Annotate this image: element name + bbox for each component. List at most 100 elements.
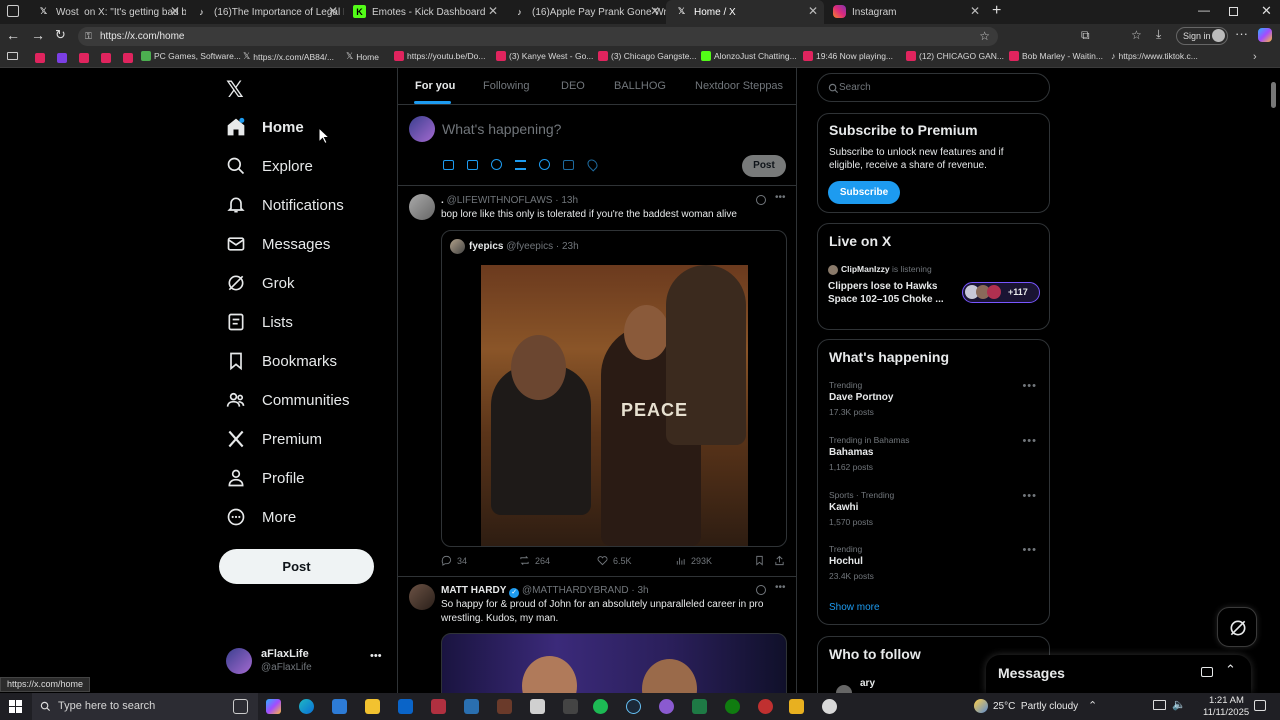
windows-start-icon[interactable] — [9, 700, 22, 713]
notification-center-icon[interactable] — [1254, 700, 1266, 711]
bookmark-icon[interactable] — [754, 555, 765, 566]
new-message-icon[interactable] — [1201, 667, 1213, 677]
volume-icon[interactable]: 🔈 — [1172, 698, 1186, 711]
browser-tab[interactable]: 𝕏 Wost ⁨ on X: "It's getting bad b ✕ — [28, 0, 186, 24]
clock-time[interactable]: 1:21 AM — [1209, 695, 1244, 706]
tab-ballhog[interactable]: BALLHOG — [614, 80, 666, 92]
nav-notifications[interactable]: Notifications — [222, 188, 344, 222]
post-handle[interactable]: @LIFEWITHNOFLAWS — [447, 195, 553, 206]
settings-more-icon[interactable]: ··· — [1235, 26, 1248, 41]
x-logo-icon[interactable]: 𝕏 — [226, 77, 244, 103]
app-icon[interactable] — [431, 699, 446, 714]
messages-drawer[interactable]: Messages ⌃ — [986, 655, 1251, 693]
new-tab-icon[interactable]: + — [992, 2, 1001, 20]
refresh-icon[interactable]: ↻ — [55, 27, 66, 43]
tab-deo[interactable]: DEO — [561, 80, 585, 92]
app-icon[interactable] — [822, 699, 837, 714]
gif-icon[interactable] — [467, 160, 478, 170]
browser-tab-active[interactable]: 𝕏 Home / X ✕ — [666, 0, 824, 24]
bookmark-favicon-icon[interactable] — [35, 53, 45, 63]
chevron-right-icon[interactable]: › — [1253, 51, 1257, 63]
app-icon[interactable] — [464, 699, 479, 714]
sign-in-button[interactable]: Sign in — [1176, 27, 1228, 45]
bookmark-item[interactable]: 𝕏 Home — [346, 51, 379, 62]
weather-icon[interactable] — [974, 699, 988, 713]
nav-explore[interactable]: Explore — [222, 149, 313, 183]
app-icon[interactable] — [659, 699, 674, 714]
xbox-icon[interactable] — [725, 699, 740, 714]
share-icon[interactable] — [774, 555, 785, 566]
post-handle[interactable]: @MATTHARDYBRAND — [522, 585, 629, 596]
weather-text[interactable]: 25°C Partly cloudy — [993, 701, 1078, 712]
location-icon[interactable] — [585, 157, 600, 172]
grok-icon[interactable] — [756, 585, 766, 595]
more-icon[interactable]: ••• — [775, 582, 786, 593]
scrollbar[interactable] — [1270, 68, 1278, 693]
scrollbar-thumb[interactable] — [1271, 82, 1276, 108]
schedule-icon[interactable] — [563, 160, 574, 170]
more-icon[interactable]: ••• — [1022, 435, 1037, 447]
grok-floating-button[interactable] — [1217, 607, 1257, 647]
browser-tab[interactable]: ♪ (16)The Importance of Legal Rep ✕ — [186, 0, 344, 24]
compose-post-button[interactable]: Post — [742, 155, 786, 177]
bookmark-item[interactable]: (3) Kanye West - Go... — [496, 51, 593, 61]
quoted-photo[interactable]: PEACE — [481, 265, 748, 546]
nav-profile[interactable]: Profile — [222, 461, 305, 495]
app-icon[interactable] — [530, 699, 545, 714]
more-icon[interactable]: ••• — [775, 192, 786, 203]
restore-icon[interactable] — [1229, 7, 1238, 16]
more-icon[interactable]: ••• — [1022, 544, 1037, 556]
browser-tab[interactable]: ♪ (16)Apple Pay Prank Gone Wrong ✕ — [504, 0, 666, 24]
favorite-icon[interactable]: ☆ — [979, 27, 990, 46]
bookmark-item[interactable]: AlonzoJust Chatting... — [701, 51, 797, 61]
spotify-icon[interactable] — [593, 699, 608, 714]
file-explorer-icon[interactable] — [365, 699, 380, 714]
favorites-icon[interactable]: ☆ — [1131, 28, 1142, 42]
close-icon[interactable]: ✕ — [650, 4, 660, 18]
app-icon[interactable] — [758, 699, 773, 714]
nav-grok[interactable]: Grok — [222, 266, 295, 300]
address-field[interactable]: ⚿ https://x.com/home ☆ — [78, 27, 998, 46]
browser-tab[interactable]: K Emotes - Kick Dashboard ✕ — [344, 0, 504, 24]
site-info-icon[interactable]: ⚿ — [85, 27, 92, 46]
bookmark-item[interactable]: ♪ https://www.tiktok.c... — [1111, 51, 1198, 61]
nav-more[interactable]: More — [222, 500, 296, 534]
tray-chevron-icon[interactable]: ⌃ — [1088, 699, 1097, 712]
close-icon[interactable]: ✕ — [808, 4, 818, 18]
post-photo[interactable] — [441, 633, 787, 693]
favorites-folder-icon[interactable] — [7, 52, 18, 60]
follow-suggestion-name[interactable]: ary — [860, 678, 875, 689]
bookmark-item[interactable]: 𝕏https://x.com/AB84/... — [243, 51, 334, 62]
show-more-link[interactable]: Show more — [829, 602, 880, 613]
tab-following[interactable]: Following — [483, 80, 529, 92]
minimize-icon[interactable]: — — [1198, 3, 1210, 17]
more-icon[interactable]: ••• — [1022, 380, 1037, 392]
bookmark-item[interactable]: https://youtu.be/Do... — [394, 51, 485, 61]
excel-icon[interactable] — [692, 699, 707, 714]
bookmark-item[interactable]: 19:46 Now playing... — [803, 51, 893, 61]
browser-tab[interactable]: Instagram ✕ — [824, 0, 986, 24]
bookmark-item[interactable]: PC Games, Software... — [141, 51, 241, 61]
bookmark-item[interactable]: Bob Marley - Waitin... — [1009, 51, 1103, 61]
close-icon[interactable]: ✕ — [328, 4, 338, 18]
steam-icon[interactable] — [626, 699, 641, 714]
live-space[interactable]: ClipManIzzy is listening Clippers lose t… — [828, 263, 1040, 311]
close-window-icon[interactable]: ✕ — [1261, 3, 1272, 19]
extensions-icon[interactable]: ⧉ — [1081, 28, 1090, 43]
nav-bookmarks[interactable]: Bookmarks — [222, 344, 337, 378]
back-icon[interactable]: ← — [6, 27, 20, 43]
reply-button[interactable]: 34 — [441, 555, 467, 566]
like-button[interactable]: 6.5K — [597, 555, 632, 566]
app-icon[interactable] — [563, 699, 578, 714]
account-switcher[interactable]: aFlaxLife @aFlaxLife ••• — [226, 644, 386, 678]
copilot-icon[interactable] — [1258, 28, 1272, 42]
clock-date[interactable]: 11/11/2025 — [1203, 707, 1249, 718]
grok-icon[interactable] — [756, 195, 766, 205]
app-icon[interactable] — [789, 699, 804, 714]
emoji-icon[interactable] — [539, 159, 550, 170]
search-input[interactable]: Search — [817, 73, 1050, 102]
nav-home[interactable]: Home — [222, 110, 304, 144]
close-icon[interactable]: ✕ — [170, 4, 180, 18]
tab-for-you[interactable]: For you — [415, 80, 455, 92]
tab-actions-icon[interactable] — [7, 5, 19, 17]
